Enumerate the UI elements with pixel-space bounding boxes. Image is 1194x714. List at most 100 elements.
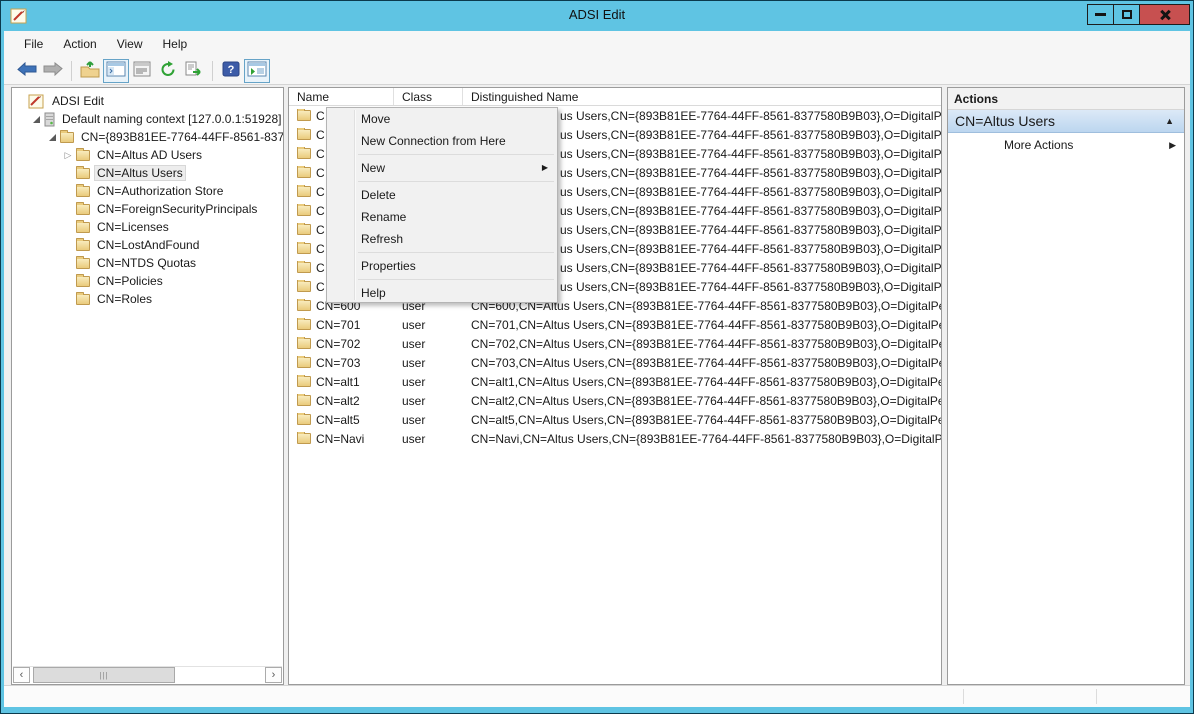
table-row[interactable]: CN=alt2userCN=alt2,CN=Altus Users,CN={89… bbox=[289, 391, 941, 410]
more-actions-label: More Actions bbox=[1004, 138, 1073, 152]
refresh-button[interactable] bbox=[155, 59, 181, 83]
properties-button[interactable] bbox=[129, 59, 155, 83]
table-row[interactable]: CN=NaviuserCN=Navi,CN=Altus Users,CN={89… bbox=[289, 429, 941, 448]
tree-item-cn-authorization-store[interactable]: CN=Authorization Store bbox=[12, 182, 283, 200]
expander-expanded-icon[interactable] bbox=[46, 134, 58, 141]
tree-item-label: CN=Authorization Store bbox=[94, 183, 226, 199]
scroll-right-button[interactable]: › bbox=[265, 667, 282, 683]
tree-item-cn-altus-users[interactable]: CN=Altus Users bbox=[12, 164, 283, 182]
folder-icon bbox=[297, 224, 311, 235]
row-class-cell: user bbox=[394, 432, 463, 446]
adsi-icon bbox=[28, 94, 45, 109]
forward-button[interactable] bbox=[40, 59, 66, 83]
tree-item-cn-foreignsecurityprincipals[interactable]: CN=ForeignSecurityPrincipals bbox=[12, 200, 283, 218]
folder-icon bbox=[297, 433, 311, 444]
row-class-cell: user bbox=[394, 337, 463, 351]
row-dn-cell: CN=alt5,CN=Altus Users,CN={893B81EE-7764… bbox=[463, 413, 941, 427]
tree-item-label: CN=ForeignSecurityPrincipals bbox=[94, 201, 260, 217]
tree-item-cn-893b81ee-7764-44ff-8561-8377580b9b03-[interactable]: CN={893B81EE-7764-44FF-8561-8377580B9B03… bbox=[12, 128, 283, 146]
scroll-left-button[interactable]: ‹ bbox=[13, 667, 30, 683]
folder-icon bbox=[297, 205, 311, 216]
tree-item-adsi-edit[interactable]: ADSI Edit bbox=[12, 92, 283, 110]
tree-item-label: CN={893B81EE-7764-44FF-8561-8377580B9B03… bbox=[78, 129, 283, 145]
tree-item-cn-policies[interactable]: CN=Policies bbox=[12, 272, 283, 290]
context-menu-item-label: New bbox=[361, 161, 385, 175]
show-action-pane-icon bbox=[247, 61, 267, 80]
help-button[interactable]: ? bbox=[218, 59, 244, 83]
export-list-button[interactable] bbox=[181, 59, 207, 83]
folder-icon bbox=[297, 281, 311, 292]
refresh-icon bbox=[159, 61, 177, 80]
tree-item-label: CN=Altus AD Users bbox=[94, 147, 205, 163]
actions-section-header[interactable]: CN=Altus Users ▲ bbox=[948, 110, 1184, 133]
table-row[interactable]: CN=701userCN=701,CN=Altus Users,CN={893B… bbox=[289, 315, 941, 334]
expander-collapsed-icon[interactable]: ▷ bbox=[62, 151, 74, 160]
folder-icon bbox=[297, 262, 311, 273]
table-row[interactable]: CN=alt5userCN=alt5,CN=Altus Users,CN={89… bbox=[289, 410, 941, 429]
tree-item-cn-lostandfound[interactable]: CN=LostAndFound bbox=[12, 236, 283, 254]
tree-horizontal-scrollbar[interactable]: ‹ ||| › bbox=[13, 666, 282, 683]
column-header-class[interactable]: Class bbox=[394, 88, 463, 105]
up-one-level-icon bbox=[80, 61, 100, 81]
context-menu-item-help[interactable]: Help bbox=[327, 282, 557, 304]
context-menu-item-label: Help bbox=[361, 286, 386, 300]
svg-text:?: ? bbox=[228, 64, 235, 76]
context-menu-item-refresh[interactable]: Refresh bbox=[327, 228, 557, 250]
row-dn-cell: CN=702,CN=Altus Users,CN={893B81EE-7764-… bbox=[463, 337, 941, 351]
folder-icon bbox=[76, 186, 90, 197]
column-header-name[interactable]: Name bbox=[289, 88, 394, 105]
column-header-distinguished-name[interactable]: Distinguished Name bbox=[463, 88, 941, 105]
tree-item-default-naming-context-127-0-0-1-51928-[interactable]: Default naming context [127.0.0.1:51928] bbox=[12, 110, 283, 128]
table-row[interactable]: CN=alt1userCN=alt1,CN=Altus Users,CN={89… bbox=[289, 372, 941, 391]
menubar-item-action[interactable]: Action bbox=[53, 31, 106, 57]
maximize-button[interactable] bbox=[1113, 4, 1140, 25]
collapse-arrow-icon[interactable]: ▲ bbox=[1165, 116, 1184, 126]
properties-icon bbox=[133, 61, 151, 80]
row-name-cell: CN=701 bbox=[289, 318, 394, 332]
row-name: C bbox=[316, 185, 325, 199]
row-dn-fragment: us Users,CN={893B81EE-7764-44FF-8561-837… bbox=[560, 185, 941, 199]
tree-item-cn-altus-ad-users[interactable]: ▷ CN=Altus AD Users bbox=[12, 146, 283, 164]
table-row[interactable]: CN=703userCN=703,CN=Altus Users,CN={893B… bbox=[289, 353, 941, 372]
up-one-level-button[interactable] bbox=[77, 59, 103, 83]
tree-item-cn-ntds-quotas[interactable]: CN=NTDS Quotas bbox=[12, 254, 283, 272]
expander-expanded-icon[interactable] bbox=[30, 116, 42, 123]
row-dn-cell: CN=Navi,CN=Altus Users,CN={893B81EE-7764… bbox=[463, 432, 941, 446]
minimize-button[interactable] bbox=[1087, 4, 1114, 25]
table-row[interactable]: CN=702userCN=702,CN=Altus Users,CN={893B… bbox=[289, 334, 941, 353]
menubar-item-help[interactable]: Help bbox=[153, 31, 198, 57]
tree-item-label: CN=LostAndFound bbox=[94, 237, 202, 253]
context-menu-item-new[interactable]: New▶ bbox=[327, 157, 557, 179]
row-name-cell: CN=702 bbox=[289, 337, 394, 351]
folder-icon bbox=[297, 319, 311, 330]
context-menu-item-label: Move bbox=[361, 112, 390, 126]
row-dn-fragment: us Users,CN={893B81EE-7764-44FF-8561-837… bbox=[560, 109, 941, 123]
context-menu-item-rename[interactable]: Rename bbox=[327, 206, 557, 228]
tree-item-label: CN=Altus Users bbox=[94, 165, 186, 181]
window-title: ADSI Edit bbox=[1, 7, 1193, 22]
close-button[interactable] bbox=[1139, 4, 1190, 25]
row-name: C bbox=[316, 242, 325, 256]
folder-icon bbox=[297, 357, 311, 368]
context-menu-item-properties[interactable]: Properties bbox=[327, 255, 557, 277]
context-menu-item-new-connection-from-here[interactable]: New Connection from Here bbox=[327, 130, 557, 152]
menubar-item-file[interactable]: File bbox=[14, 31, 53, 57]
tree-item-cn-roles[interactable]: CN=Roles bbox=[12, 290, 283, 308]
folder-icon bbox=[297, 376, 311, 387]
menubar-item-view[interactable]: View bbox=[107, 31, 153, 57]
show-action-pane-button[interactable] bbox=[244, 59, 270, 83]
window-chrome: FileActionViewHelp ? ADSI EditDefault na… bbox=[4, 31, 1190, 705]
context-menu-item-delete[interactable]: Delete bbox=[327, 184, 557, 206]
row-name: C bbox=[316, 261, 325, 275]
context-menu-item-move[interactable]: Move bbox=[327, 108, 557, 130]
more-actions-item[interactable]: More Actions ▶ bbox=[948, 133, 1184, 157]
show-console-tree-button[interactable] bbox=[103, 59, 129, 83]
scrollbar-thumb[interactable]: ||| bbox=[33, 667, 175, 683]
tree-item-cn-licenses[interactable]: CN=Licenses bbox=[12, 218, 283, 236]
folder-icon bbox=[297, 338, 311, 349]
row-name: CN=alt1 bbox=[316, 375, 360, 389]
back-button[interactable] bbox=[14, 59, 40, 83]
folder-icon bbox=[76, 168, 90, 179]
status-separator bbox=[1096, 689, 1097, 704]
maximize-icon bbox=[1122, 10, 1132, 19]
